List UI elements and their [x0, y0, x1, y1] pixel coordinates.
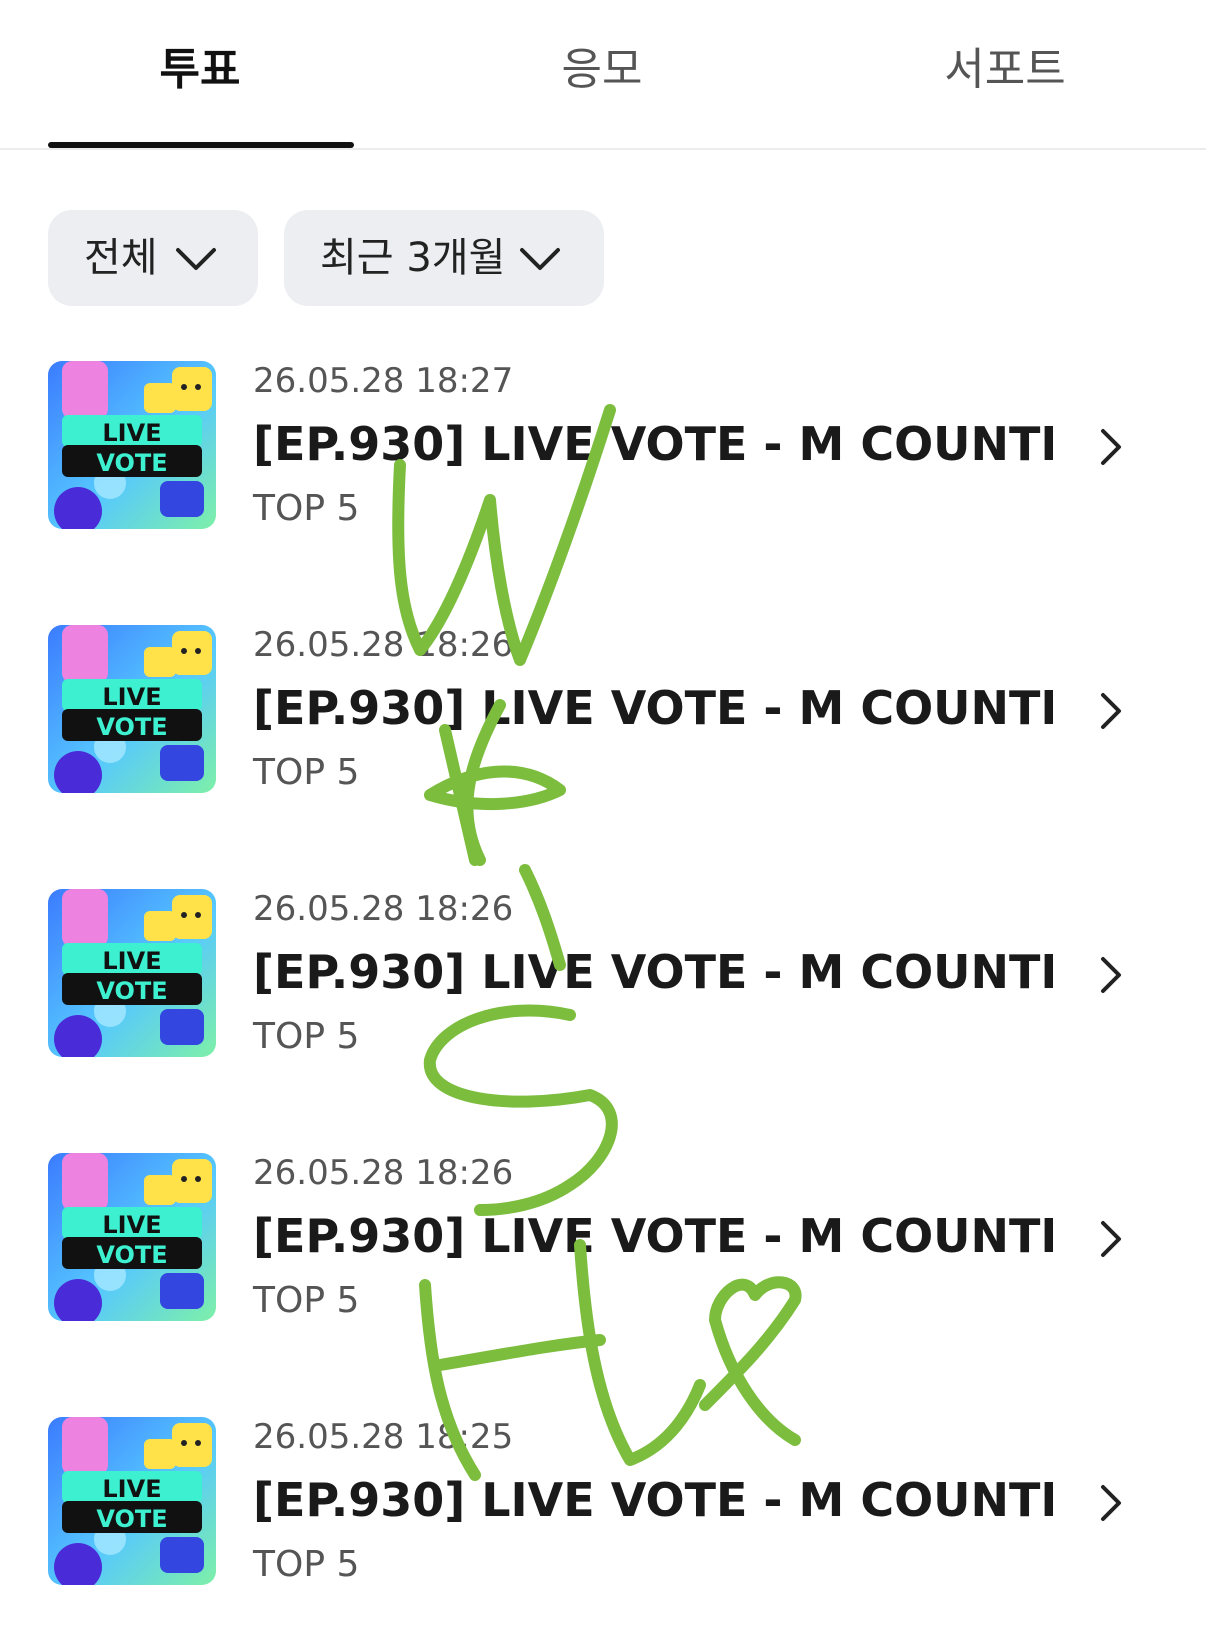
list-item[interactable]: LIVE VOTE 26.05.28 18:27 [EP.930] LIVE V…: [0, 361, 1206, 561]
item-title: [EP.930] LIVE VOTE - M COUNTD...: [253, 417, 1053, 471]
thumbnail-line2: VOTE: [96, 449, 167, 477]
item-title: [EP.930] LIVE VOTE - M COUNTD...: [253, 1209, 1053, 1263]
item-date: 26.05.28 18:27: [253, 361, 514, 401]
thumbnail-line2: VOTE: [96, 977, 167, 1005]
item-date: 26.05.28 18:26: [253, 625, 514, 665]
thumbnail-line2: VOTE: [96, 1241, 167, 1269]
tab-bar: 투표 응모 서포트: [0, 0, 1206, 150]
list-item[interactable]: LIVE VOTE 26.05.28 18:25 [EP.930] LIVE V…: [0, 1417, 1206, 1617]
live-vote-thumbnail: LIVE VOTE: [48, 889, 216, 1057]
item-subtitle: TOP 5: [253, 1016, 360, 1057]
live-vote-thumbnail: LIVE VOTE: [48, 361, 216, 529]
chevron-right-icon: [1101, 1221, 1121, 1257]
item-date: 26.05.28 18:26: [253, 1153, 514, 1193]
item-date: 26.05.28 18:25: [253, 1417, 514, 1457]
category-filter-dropdown[interactable]: 전체: [48, 210, 258, 306]
thumbnail-line2: VOTE: [96, 1505, 167, 1533]
chevron-right-icon: [1101, 693, 1121, 729]
thumbnail-line2: VOTE: [96, 713, 167, 741]
thumbnail-line1: LIVE: [102, 947, 161, 975]
item-subtitle: TOP 5: [253, 1544, 360, 1585]
chevron-down-icon: [520, 248, 560, 270]
tab-apply[interactable]: 응모: [502, 40, 702, 100]
category-filter-label: 전체: [84, 235, 158, 281]
list-item[interactable]: LIVE VOTE 26.05.28 18:26 [EP.930] LIVE V…: [0, 625, 1206, 825]
tab-vote[interactable]: 투표: [100, 40, 300, 100]
thumbnail-line1: LIVE: [102, 683, 161, 711]
item-date: 26.05.28 18:26: [253, 889, 514, 929]
live-vote-thumbnail: LIVE VOTE: [48, 625, 216, 793]
tab-support[interactable]: 서포트: [900, 40, 1110, 100]
item-subtitle: TOP 5: [253, 488, 360, 529]
thumbnail-line1: LIVE: [102, 1475, 161, 1503]
item-subtitle: TOP 5: [253, 1280, 360, 1321]
thumbnail-line1: LIVE: [102, 419, 161, 447]
item-title: [EP.930] LIVE VOTE - M COUNTD...: [253, 945, 1053, 999]
item-title: [EP.930] LIVE VOTE - M COUNTD...: [253, 681, 1053, 735]
chevron-right-icon: [1101, 429, 1121, 465]
item-subtitle: TOP 5: [253, 752, 360, 793]
live-vote-thumbnail: LIVE VOTE: [48, 1417, 216, 1585]
chevron-down-icon: [176, 248, 216, 270]
live-vote-thumbnail: LIVE VOTE: [48, 1153, 216, 1321]
period-filter-label: 최근 3개월: [320, 235, 506, 281]
item-title: [EP.930] LIVE VOTE - M COUNTD...: [253, 1473, 1053, 1527]
chevron-right-icon: [1101, 1485, 1121, 1521]
thumbnail-line1: LIVE: [102, 1211, 161, 1239]
chevron-right-icon: [1101, 957, 1121, 993]
active-tab-indicator: [48, 142, 354, 148]
list-item[interactable]: LIVE VOTE 26.05.28 18:26 [EP.930] LIVE V…: [0, 889, 1206, 1089]
period-filter-dropdown[interactable]: 최근 3개월: [284, 210, 604, 306]
list-item[interactable]: LIVE VOTE 26.05.28 18:26 [EP.930] LIVE V…: [0, 1153, 1206, 1353]
